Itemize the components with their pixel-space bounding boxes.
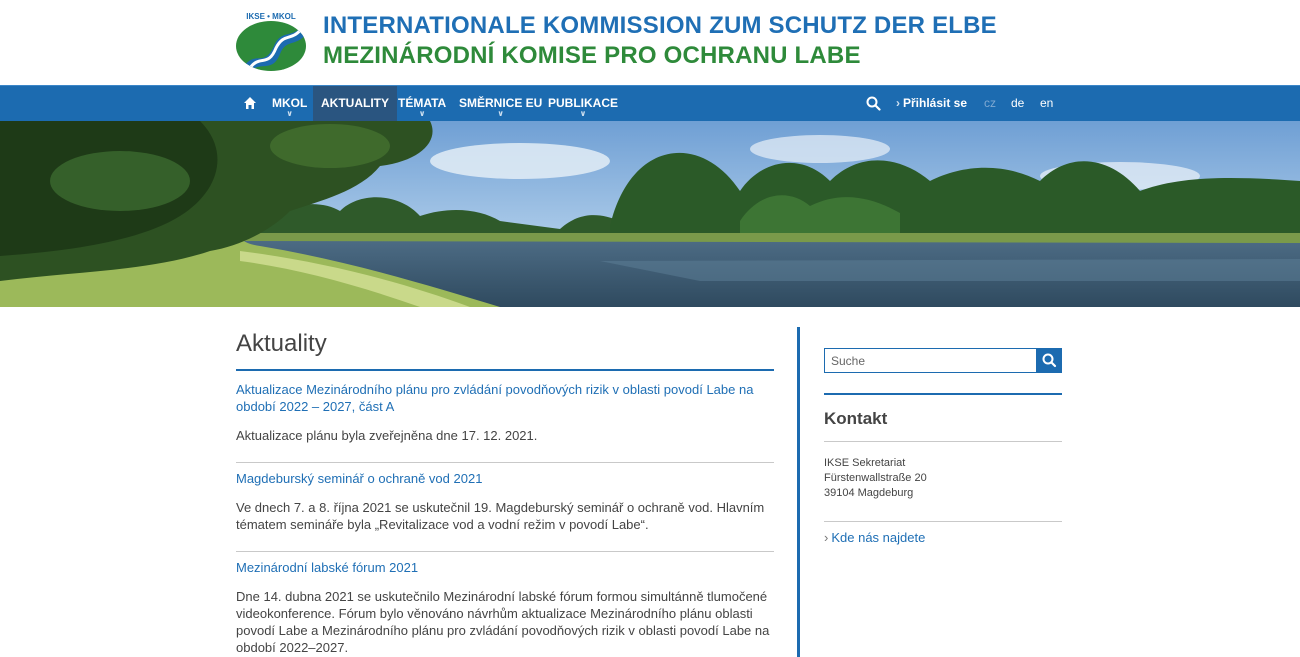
lang-de[interactable]: de [1011,86,1024,121]
hero-landscape-image [0,121,1300,307]
lang-cz[interactable]: cz [984,86,996,121]
login-link[interactable]: › Přihlásit se [896,86,967,121]
chevron-right-icon: › [824,530,829,545]
divider [824,441,1062,442]
home-icon[interactable] [243,96,257,110]
contact-title: Kontakt [824,409,888,428]
chevron-down-icon: ∨ [286,109,293,118]
nav-item-mkol[interactable]: MKOL ∨ [264,86,315,121]
news-text: Ve dnech 7. a 8. října 2021 se uskutečni… [236,500,765,532]
nav-item-label: MKOL [272,96,308,110]
nav-item-temata[interactable]: TÉMATA ∨ [390,86,454,121]
main-nav: MKOL ∨ AKTUALITY TÉMATA ∨ SMĚRNICE EU ∨ … [0,85,1300,121]
site-header: IKSE • MKOL INTERNATIONALE KOMMISSION ZU… [0,0,1300,85]
divider [824,393,1062,395]
address-line: 39104 Magdeburg [824,487,914,499]
find-us-label: Kde nás najdete [831,530,926,545]
page-title: Aktuality [236,327,774,371]
news-item: Magdeburský seminář o ochraně vod 2021 V… [236,470,774,533]
address-line: Fürstenwallstraße 20 [824,472,927,484]
chevron-down-icon: ∨ [497,109,504,118]
nav-item-publikace[interactable]: PUBLIKACE ∨ [540,86,626,121]
ikse-logo[interactable]: IKSE • MKOL [234,10,308,72]
nav-item-label: PUBLIKACE [548,96,619,110]
logo-text: IKSE • MKOL [246,12,296,21]
nav-item-label: SMĚRNICE EU [459,96,543,110]
search-icon [1042,353,1057,368]
news-item: Aktualizace Mezinárodního plánu pro zvlá… [236,381,774,444]
search-input[interactable] [824,348,1037,373]
lang-en[interactable]: en [1040,86,1053,121]
divider [824,521,1062,522]
news-title-link[interactable]: Aktualizace Mezinárodního plánu pro zvlá… [236,381,774,415]
news-item: Mezinárodní labské fórum 2021 Dne 14. du… [236,559,774,656]
address-line: IKSE Sekretariat [824,457,906,469]
news-title-link[interactable]: Mezinárodní labské fórum 2021 [236,559,774,576]
news-text: Aktualizace plánu byla zveřejněna dne 17… [236,428,538,443]
news-title-link[interactable]: Magdeburský seminář o ochraně vod 2021 [236,470,774,487]
nav-item-smernice-eu[interactable]: SMĚRNICE EU ∨ [451,86,550,121]
chevron-down-icon: ∨ [418,109,426,118]
news-text: Dne 14. dubna 2021 se uskutečnilo Meziná… [236,589,770,655]
search-icon[interactable] [866,96,881,111]
nav-item-aktuality[interactable]: AKTUALITY [313,86,397,121]
site-title-cz[interactable]: MEZINÁRODNÍ KOMISE PRO OCHRANU LABE [323,42,861,70]
site-title-de[interactable]: INTERNATIONALE KOMMISSION ZUM SCHUTZ DER… [323,12,997,40]
divider [236,551,774,552]
search-button[interactable] [1037,348,1062,373]
find-us-link[interactable]: › Kde nás najdete [824,530,925,545]
login-label: Přihlásit se [903,96,968,110]
column-divider [797,327,800,657]
main-content: Aktuality Aktualizace Mezinárodního plán… [236,327,774,655]
nav-item-label: TÉMATA [398,96,447,110]
divider [236,462,774,463]
nav-item-label: AKTUALITY [321,96,389,110]
chevron-down-icon: ∨ [579,109,587,118]
chevron-right-icon: › [896,96,900,110]
